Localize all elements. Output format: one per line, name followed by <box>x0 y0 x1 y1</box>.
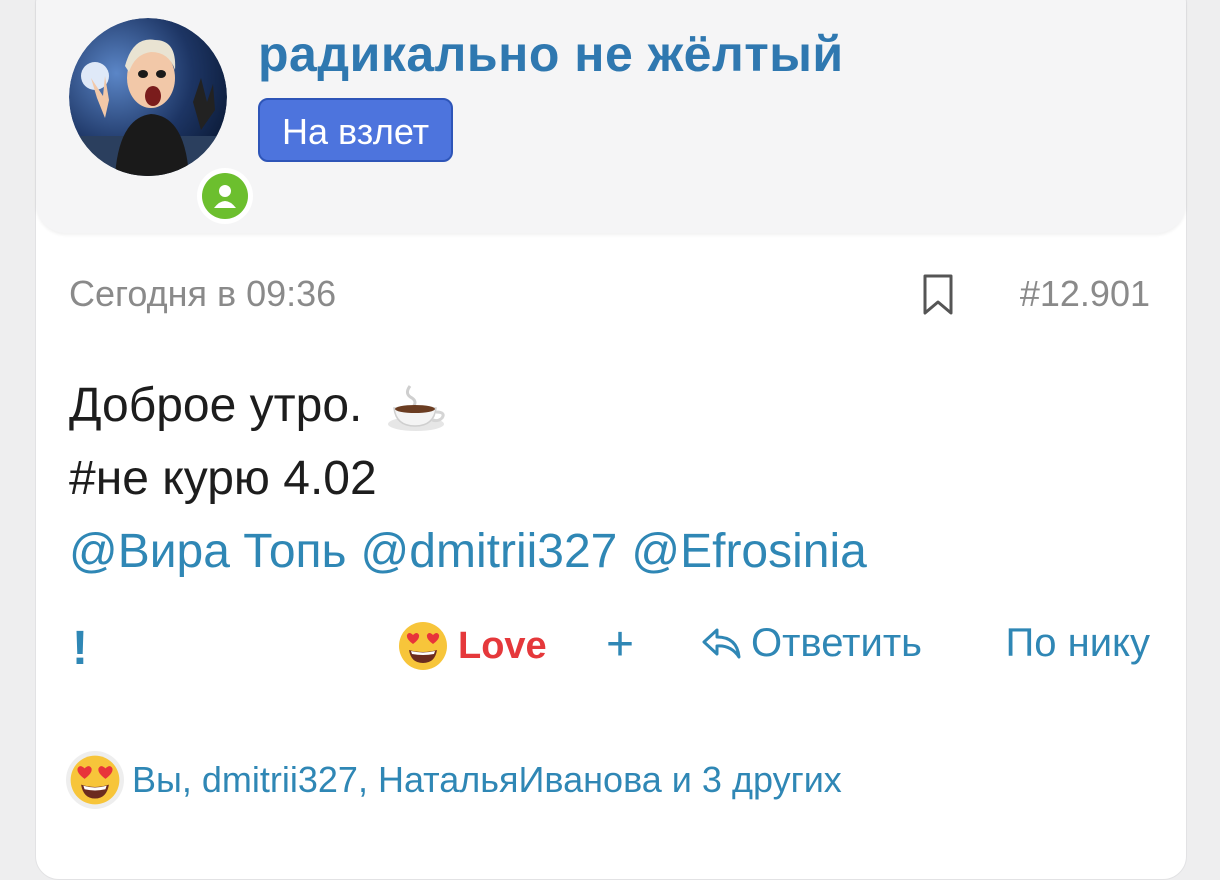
reactions-summary[interactable]: Вы, dmitrii327, НатальяИванова и 3 други… <box>66 751 842 809</box>
bookmark-icon[interactable] <box>921 273 955 317</box>
reply-label: Ответить <box>751 621 922 665</box>
love-label: Love <box>458 624 547 667</box>
love-button[interactable]: Love <box>398 621 547 671</box>
rank-badge: На взлет <box>258 98 454 162</box>
reply-by-nick-button[interactable]: По нику <box>1006 621 1151 666</box>
post-line-1: Доброе утро. <box>69 369 881 442</box>
user-icon <box>214 185 236 208</box>
report-button[interactable]: ! <box>72 621 88 676</box>
reply-button[interactable]: Ответить <box>701 621 922 666</box>
post-time: Сегодня в 09:36 <box>69 273 337 314</box>
avatar[interactable] <box>69 18 227 176</box>
online-indicator <box>202 173 248 219</box>
add-reaction-button[interactable]: + <box>606 617 634 672</box>
post-greeting: Доброе утро. <box>69 379 363 432</box>
heart-eyes-emoji-icon <box>399 622 447 670</box>
post-header: радикально не жёлтый На взлет <box>36 0 1186 233</box>
reactions-text: Вы, dmitrii327, НатальяИванова и 3 други… <box>132 759 842 800</box>
reply-arrow-icon <box>702 628 741 658</box>
post-hashtag[interactable]: #не курю 4.02 <box>69 442 881 515</box>
mention-link[interactable]: @dmitrii327 <box>361 525 618 578</box>
post-actions: ! Love + Ответить По нику <box>36 618 1186 691</box>
username[interactable]: радикально не жёлтый <box>258 25 844 83</box>
heart-eyes-emoji-icon <box>66 751 124 809</box>
post-mentions: @Вира Топь @dmitrii327 @Efrosinia <box>69 515 881 588</box>
post-body: Доброе утро. #не курю 4.02 @Вира Топь @dm… <box>69 369 881 588</box>
mention-link[interactable]: @Efrosinia <box>631 525 866 578</box>
coffee-cup-icon <box>387 385 445 432</box>
mention-link[interactable]: @Вира Топь <box>69 525 347 578</box>
avatar-container[interactable] <box>69 18 253 224</box>
online-status <box>197 168 253 224</box>
post-number[interactable]: #12.901 <box>1020 273 1150 315</box>
post-card: радикально не жёлтый На взлет Сегодня в … <box>35 0 1187 880</box>
